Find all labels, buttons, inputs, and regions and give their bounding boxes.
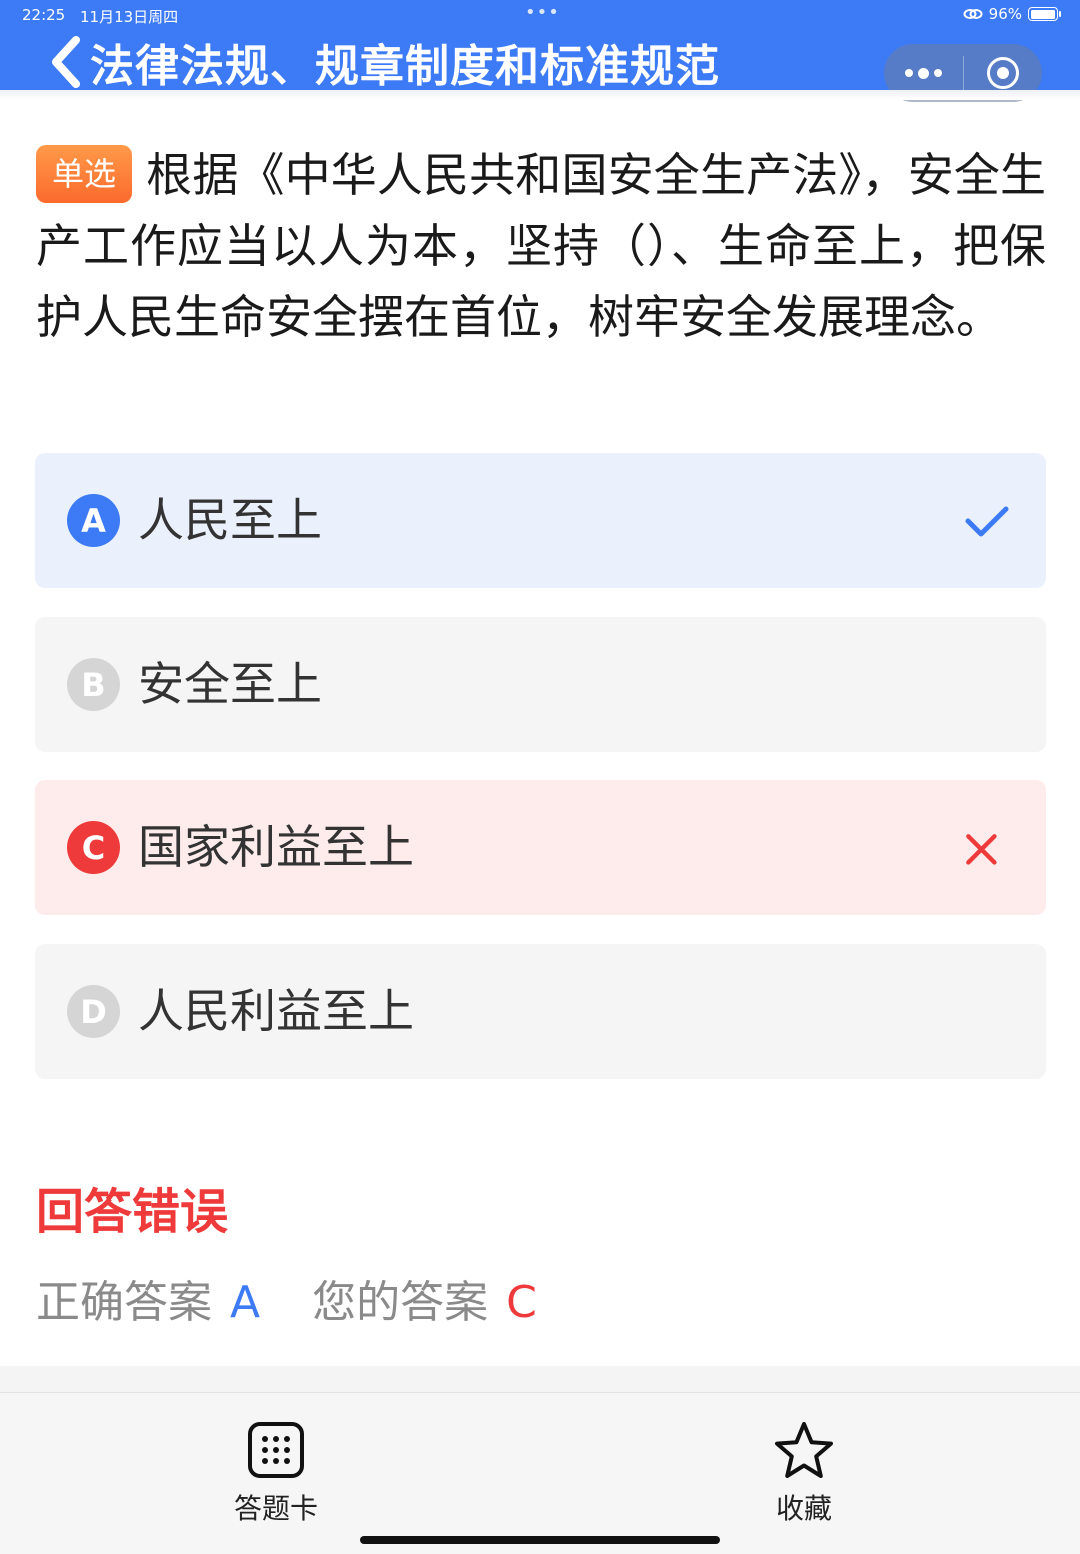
question-type-badge: 单选 (36, 145, 133, 203)
option-text: 安全至上 (138, 657, 322, 711)
option-letter: D (67, 985, 120, 1038)
status-date: 11月13日周四 (80, 8, 179, 26)
option-text: 国家利益至上 (138, 820, 414, 874)
status-right: 96% (963, 5, 1061, 23)
option-d[interactable]: D 人民利益至上 (35, 944, 1046, 1079)
my-answer-value: C (506, 1277, 537, 1328)
back-chevron-icon[interactable] (46, 36, 86, 88)
option-text: 人民至上 (138, 493, 322, 547)
favorite-button[interactable]: 收藏 (734, 1421, 874, 1527)
cross-icon (966, 834, 997, 865)
check-icon (965, 506, 1009, 537)
answer-card-button[interactable]: 答题卡 (206, 1421, 346, 1527)
correct-answer-value: A (230, 1277, 261, 1328)
battery-percent: 96% (988, 5, 1022, 23)
home-indicator[interactable] (360, 1536, 720, 1544)
battery-icon (1028, 7, 1061, 21)
option-text: 人民利益至上 (138, 984, 414, 1038)
correct-answer-label: 正确答案 (36, 1277, 212, 1328)
toolbar-spacer (0, 1366, 1080, 1392)
header-divider (0, 90, 1080, 100)
option-letter: A (67, 494, 120, 547)
grid-icon (248, 1422, 304, 1478)
battery-level (1030, 9, 1055, 19)
my-answer-label: 您的答案 (312, 1277, 489, 1328)
option-letter: B (67, 658, 120, 711)
star-icon (775, 1422, 833, 1478)
question-text: 根据《中华人民共和国安全生产法》，安全生产工作应当以人为本，坚持（）、生命至上，… (36, 148, 1046, 344)
favorite-label: 收藏 (775, 1492, 832, 1525)
option-c[interactable]: C 国家利益至上 (35, 780, 1046, 915)
option-letter: C (67, 821, 120, 874)
app-header: 22:25 11月13日周四 ••• 96% 法律法规、规章制度和标准规范 (0, 0, 1080, 102)
option-b[interactable]: B 安全至上 (35, 617, 1046, 752)
bottom-toolbar: 答题卡 收藏 (0, 1392, 1080, 1554)
link-icon (963, 9, 983, 19)
question-stem: 单选 根据《中华人民共和国安全生产法》，安全生产工作应当以人为本，坚持（）、生命至… (36, 140, 1046, 353)
option-a[interactable]: A 人民至上 (35, 453, 1046, 588)
answer-card-label: 答题卡 (233, 1492, 318, 1525)
page-title: 法律法规、规章制度和标准规范 (90, 41, 720, 92)
status-time: 22:25 (22, 6, 66, 24)
result-title: 回答错误 (36, 1184, 229, 1240)
multitask-dots-icon[interactable]: ••• (525, 2, 560, 23)
answer-summary: 正确答案 A 您的答案 C (36, 1266, 537, 1330)
